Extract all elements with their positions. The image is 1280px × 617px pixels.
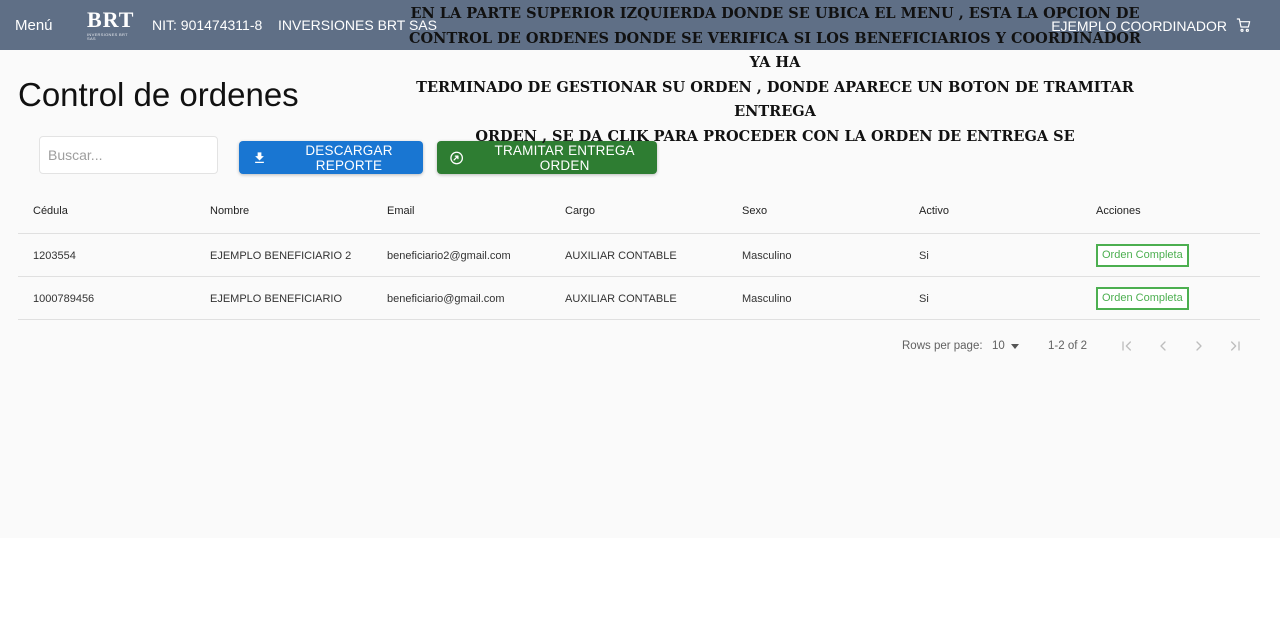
cell-sexo: Masculino (742, 293, 792, 305)
table-row[interactable]: 1203554 EJEMPLO BENEFICIARIO 2 beneficia… (18, 234, 1260, 277)
column-header-nombre[interactable]: Nombre (210, 205, 249, 217)
chevron-right-icon[interactable] (1191, 338, 1207, 354)
download-report-button[interactable]: DESCARGAR REPORTE (239, 141, 423, 174)
cell-email: beneficiario2@gmail.com (387, 250, 511, 262)
column-header-acciones: Acciones (1096, 205, 1141, 217)
table-pagination: Rows per page: 10 1-2 of 2 (0, 338, 1280, 358)
instruction-annotation: EN LA PARTE SUPERIOR IZQUIERDA DONDE SE … (400, 2, 1150, 149)
chevron-down-icon[interactable] (1011, 344, 1019, 349)
annotation-line: TERMINADO DE GESTIONAR SU ORDEN , DONDE … (416, 78, 1134, 121)
rows-per-page-select[interactable]: 10 (992, 340, 1005, 352)
company-nit: NIT: 901474311-8 (152, 17, 263, 33)
first-page-icon[interactable] (1119, 338, 1135, 354)
column-header-activo[interactable]: Activo (919, 205, 949, 217)
download-icon (255, 151, 264, 163)
company-logo: BRT INVERSIONES BRT SAS (87, 9, 133, 41)
page-title: Control de ordenes (18, 76, 299, 113)
table-header-row: Cédula Nombre Email Cargo Sexo Activo Ac… (18, 190, 1260, 234)
cell-cedula: 1203554 (33, 250, 76, 262)
logo-subtext: INVERSIONES BRT SAS (87, 32, 128, 41)
search-input[interactable] (39, 136, 218, 174)
column-header-sexo[interactable]: Sexo (742, 205, 767, 217)
menu-button[interactable]: Menú (15, 17, 53, 34)
rows-per-page-label: Rows per page: (902, 340, 983, 352)
annotation-line: EN LA PARTE SUPERIOR IZQUIERDA DONDE SE … (410, 5, 1140, 22)
column-header-cargo[interactable]: Cargo (565, 205, 595, 217)
cell-cargo: AUXILIAR CONTABLE (565, 293, 677, 305)
cell-nombre: EJEMPLO BENEFICIARIO (210, 293, 343, 305)
cart-icon[interactable] (1236, 17, 1252, 33)
cell-cedula: 1000789456 (33, 293, 95, 305)
table-row[interactable]: 1000789456 EJEMPLO BENEFICIARIO benefici… (18, 277, 1260, 320)
annotation-line: ORDEN , SE DA CLIK PARA PROCEDER CON LA … (475, 127, 1075, 145)
cell-cargo: AUXILIAR CONTABLE (565, 250, 677, 262)
column-header-email[interactable]: Email (387, 205, 415, 217)
cell-email: beneficiario@gmail.com (387, 293, 505, 305)
cell-activo: Si (919, 293, 929, 305)
cell-nombre: EJEMPLO BENEFICIARIO 2 (210, 250, 352, 262)
order-complete-badge[interactable]: Orden Completa (1096, 287, 1189, 310)
logo-text: BRT (87, 7, 135, 32)
orders-table: Cédula Nombre Email Cargo Sexo Activo Ac… (18, 190, 1260, 320)
chevron-left-icon[interactable] (1155, 338, 1171, 354)
pagination-range: 1-2 of 2 (1048, 340, 1087, 352)
column-header-cedula[interactable]: Cédula (33, 205, 68, 217)
last-page-icon[interactable] (1227, 338, 1243, 354)
cell-sexo: Masculino (742, 250, 792, 262)
cell-activo: Si (919, 250, 929, 262)
annotation-line: CONTROL DE ORDENES DONDE SE VERIFICA SI … (409, 29, 1141, 72)
app-window: Menú BRT INVERSIONES BRT SAS NIT: 901474… (0, 0, 1280, 538)
order-complete-badge[interactable]: Orden Completa (1096, 244, 1189, 267)
arrow-circle-icon (450, 151, 464, 164)
